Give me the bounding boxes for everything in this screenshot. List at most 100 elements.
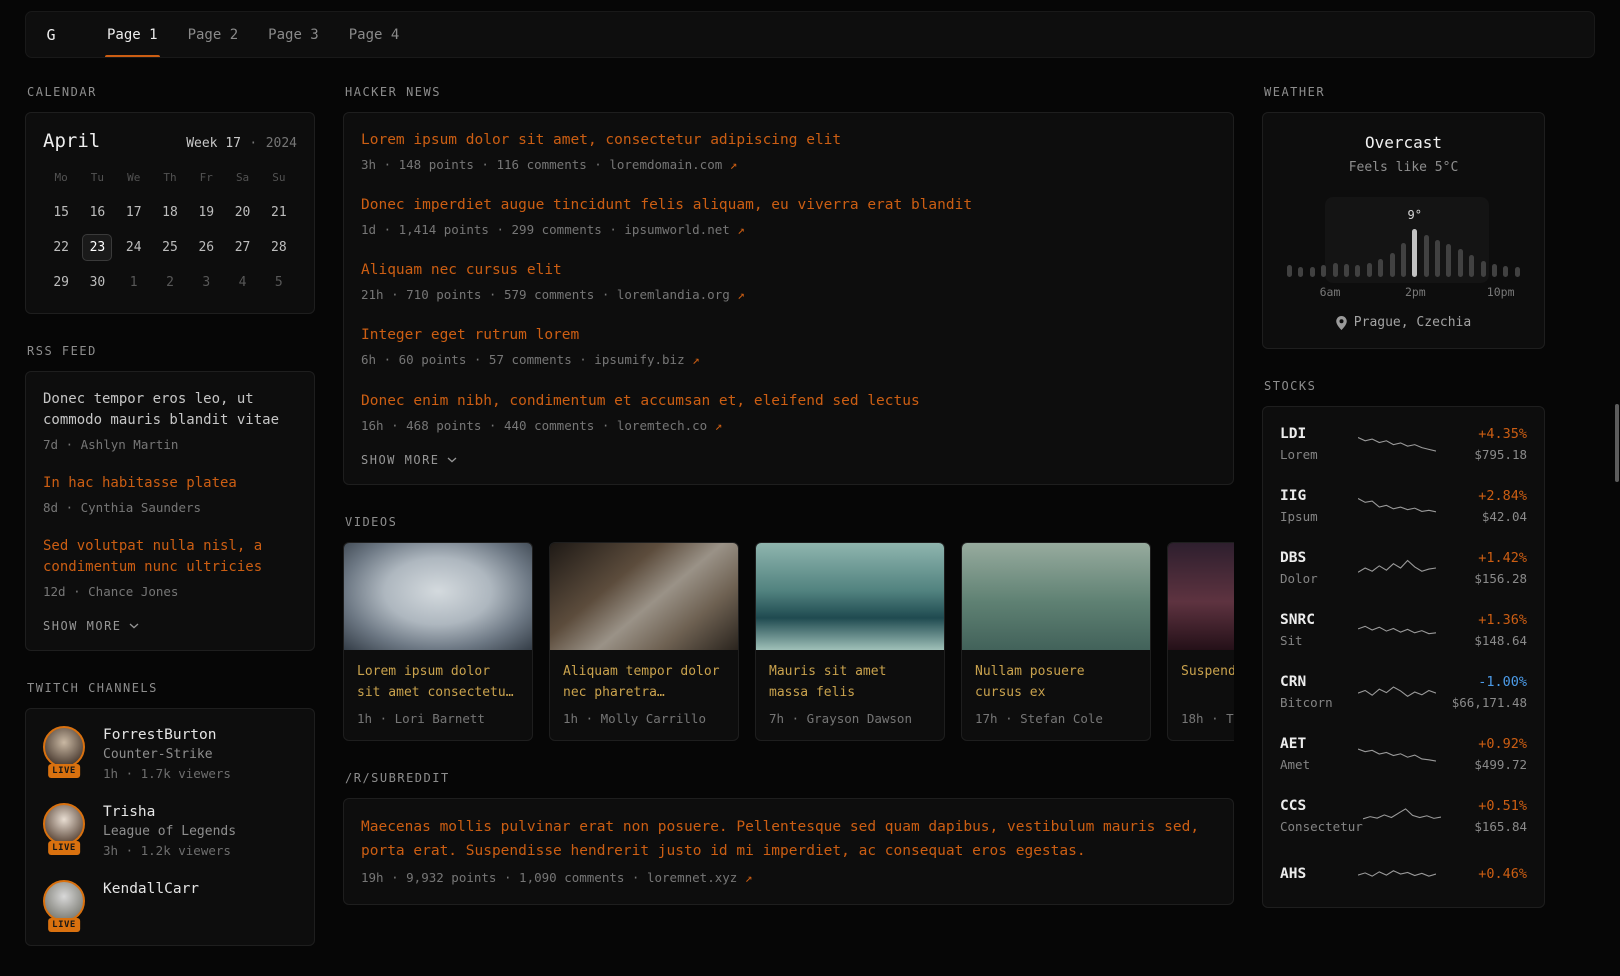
stock-sparkline-wrap [1358,616,1436,644]
video-thumbnail[interactable] [1168,543,1234,650]
video-card[interactable]: Lorem ipsum dolor sit amet consectetu…1h… [343,542,533,741]
rss-item[interactable]: Donec tempor eros leo, ut commodo mauris… [43,389,297,454]
hn-item-domain[interactable]: loremtech.co [617,418,707,433]
stock-row[interactable]: CCSConsectetur+0.51%$165.84 [1280,785,1527,847]
calendar-day[interactable]: 22 [46,234,76,261]
stock-row[interactable]: AHS+0.46% [1280,847,1527,901]
weather-bar [1287,265,1292,277]
calendar-day[interactable]: 24 [119,234,149,261]
calendar-day[interactable]: 28 [264,234,294,261]
calendar-day[interactable]: 1 [119,269,149,296]
twitch-avatar-wrap: LIVE [43,803,89,851]
stock-name: Consectetur [1280,819,1363,834]
stock-symbol-wrap: LDILorem [1280,426,1358,462]
calendar-day[interactable]: 18 [155,199,185,226]
rss-item-title[interactable]: Donec tempor eros leo, ut commodo mauris… [43,389,297,431]
rss-item[interactable]: In hac habitasse platea 8d · Cynthia Saun… [43,473,297,517]
video-card[interactable]: Mauris sit amet massa felis7h · Grayson … [755,542,945,741]
stock-row[interactable]: DBSDolor+1.42%$156.28 [1280,537,1527,599]
video-thumbnail[interactable] [550,543,738,650]
stock-price: $156.28 [1436,571,1527,586]
hn-item-domain[interactable]: loremlandia.org [617,287,730,302]
video-thumbnail[interactable] [344,543,532,650]
calendar-day[interactable]: 2 [155,269,185,296]
stock-row[interactable]: LDILorem+4.35%$795.18 [1280,413,1527,475]
calendar-day[interactable]: 21 [264,199,294,226]
video-thumbnail[interactable] [756,543,944,650]
twitch-widget: TWITCH CHANNELS LIVEForrestBurtonCounter… [25,681,315,946]
stock-row[interactable]: CRNBitcorn-1.00%$66,171.48 [1280,661,1527,723]
weather-bar [1298,267,1303,277]
channel-name[interactable]: Trisha [103,804,236,820]
rss-item-meta: 8d · Cynthia Saunders [43,499,297,517]
calendar-day[interactable]: 27 [228,234,258,261]
stock-row[interactable]: IIGIpsum+2.84%$42.04 [1280,475,1527,537]
app-logo[interactable]: G [26,12,76,57]
calendar-day[interactable]: 30 [82,269,112,296]
weather-temp-label: 9° [1408,208,1422,222]
hn-item-domain[interactable]: loremdomain.com [609,157,722,172]
calendar-header: April Week 17 · 2024 [43,130,297,152]
video-title[interactable]: Suspendisse diam [1181,662,1234,704]
scrollbar-thumb[interactable] [1615,404,1619,482]
weather-bar [1503,266,1508,277]
tab-page-4[interactable]: Page 4 [334,12,415,57]
calendar-day[interactable]: 23 [82,234,112,261]
stock-name: Sit [1280,633,1358,648]
hn-item-title[interactable]: Lorem ipsum dolor sit amet, consectetur … [361,130,841,151]
hn-item-title[interactable]: Aliquam nec cursus elit [361,260,562,281]
calendar-day[interactable]: 26 [191,234,221,261]
channel-name[interactable]: ForrestBurton [103,727,231,743]
stock-row[interactable]: AETAmet+0.92%$499.72 [1280,723,1527,785]
stock-sparkline-wrap [1358,492,1436,520]
tab-page-3[interactable]: Page 3 [253,12,334,57]
hn-show-more-button[interactable]: SHOW MORE [361,453,457,467]
twitch-channel[interactable]: LIVEKendallCarr [43,880,297,928]
twitch-channel[interactable]: LIVETrishaLeague of Legends3h · 1.2k vie… [43,803,297,858]
calendar-day[interactable]: 4 [228,269,258,296]
hn-item-domain[interactable]: ipsumify.biz [594,352,684,367]
calendar-day[interactable]: 17 [119,199,149,226]
reddit-post-title[interactable]: Maecenas mollis pulvinar erat non posuer… [361,816,1216,864]
video-card[interactable]: Suspendisse diam18h · Tara [1167,542,1234,741]
calendar-day[interactable]: 19 [191,199,221,226]
video-thumbnail[interactable] [962,543,1150,650]
stock-price: $42.04 [1436,509,1527,524]
hn-item-meta: 16h · 468 points · 440 comments · loremt… [361,417,1216,435]
rss-item[interactable]: Sed volutpat nulla nisl, a condimentum n… [43,536,297,601]
stock-row[interactable]: SNRCSit+1.36%$148.64 [1280,599,1527,661]
calendar-day[interactable]: 15 [46,199,76,226]
video-title[interactable]: Aliquam tempor dolor nec pharetra… [563,662,725,704]
rss-item-title[interactable]: In hac habitasse platea [43,473,297,494]
stock-sparkline-wrap [1358,678,1436,706]
reddit-post-domain[interactable]: loremnet.xyz [647,870,737,885]
video-title[interactable]: Nullam posuere cursus ex [975,662,1137,704]
hn-item-title[interactable]: Donec enim nibh, condimentum et accumsan… [361,391,920,412]
calendar-day[interactable]: 29 [46,269,76,296]
tab-page-2[interactable]: Page 2 [173,12,254,57]
calendar-day[interactable]: 5 [264,269,294,296]
live-badge: LIVE [48,841,80,855]
rss-item-title[interactable]: Sed volutpat nulla nisl, a condimentum n… [43,536,297,578]
video-card[interactable]: Aliquam tempor dolor nec pharetra…1h · M… [549,542,739,741]
stock-name: Lorem [1280,447,1358,462]
stock-values: +2.84%$42.04 [1436,488,1527,524]
hn-item-domain[interactable]: ipsumworld.net [624,222,729,237]
twitch-channel[interactable]: LIVEForrestBurtonCounter-Strike1h · 1.7k… [43,726,297,781]
video-title[interactable]: Mauris sit amet massa felis [769,662,931,704]
weather-bar [1435,240,1440,277]
hn-item-title[interactable]: Donec imperdiet augue tincidunt felis al… [361,195,972,216]
video-card[interactable]: Nullam posuere cursus ex17h · Stefan Col… [961,542,1151,741]
stock-change: +0.51% [1441,798,1527,814]
channel-name[interactable]: KendallCarr [103,881,199,897]
tab-page-1[interactable]: Page 1 [92,12,173,57]
video-title[interactable]: Lorem ipsum dolor sit amet consectetu… [357,662,519,704]
calendar-day[interactable]: 25 [155,234,185,261]
rss-show-more-button[interactable]: SHOW MORE [43,619,139,633]
calendar-day[interactable]: 3 [191,269,221,296]
calendar-day[interactable]: 16 [82,199,112,226]
stock-name: Dolor [1280,571,1358,586]
hn-item-title[interactable]: Integer eget rutrum lorem [361,325,579,346]
stocks-widget: STOCKS LDILorem+4.35%$795.18IIGIpsum+2.8… [1262,379,1545,908]
calendar-day[interactable]: 20 [228,199,258,226]
